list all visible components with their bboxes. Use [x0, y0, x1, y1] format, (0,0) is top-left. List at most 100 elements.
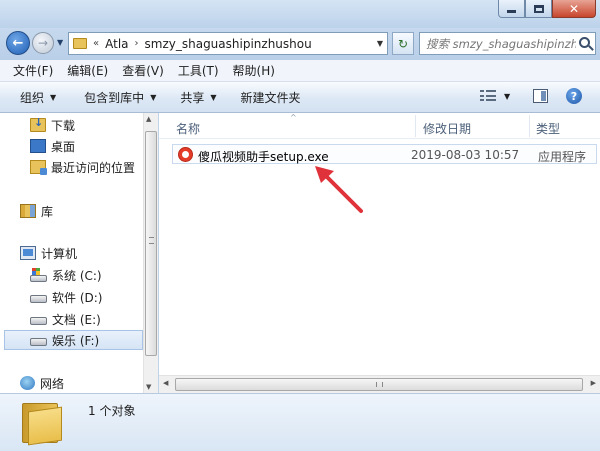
scroll-left-icon[interactable]: ◀	[163, 379, 168, 387]
close-icon: ✕	[568, 1, 580, 16]
file-list: ^ 名称 修改日期 类型 傻瓜视频助手setup.exe 2019-08-03 …	[159, 113, 600, 393]
breadcrumb-overflow[interactable]: «	[93, 38, 99, 49]
nav-item-drive-d[interactable]: 软件 (D:)	[30, 287, 157, 307]
nav-item-recent-places[interactable]: 最近访问的位置	[30, 157, 157, 177]
window-controls: ✕	[498, 0, 596, 18]
chevron-down-icon: ▼	[504, 91, 511, 101]
maximize-icon	[533, 4, 544, 13]
chevron-down-icon: ▼	[150, 92, 157, 102]
horizontal-scrollbar[interactable]: ◀ ▶	[159, 375, 600, 393]
share-label: 共享	[180, 90, 205, 105]
organize-label: 组织	[20, 90, 45, 105]
menu-file[interactable]: 文件(F)	[6, 62, 60, 79]
drive-icon	[30, 295, 47, 303]
maximize-button[interactable]	[525, 0, 552, 18]
breadcrumb-atla[interactable]: Atla	[105, 37, 128, 51]
nav-item-label: 文档 (E:)	[52, 312, 101, 327]
nav-item-label: 计算机	[41, 246, 78, 261]
downloads-folder-icon	[30, 116, 46, 132]
nav-item-label: 娱乐 (F:)	[52, 333, 100, 348]
help-icon[interactable]: ?	[566, 88, 582, 104]
column-header-type[interactable]: 类型	[536, 120, 560, 137]
title-bar: ✕	[0, 0, 600, 28]
arrow-left-icon: ←	[12, 35, 24, 51]
file-type: 应用程序	[538, 150, 587, 164]
folder-icon	[73, 38, 87, 49]
refresh-icon: ↻	[397, 36, 409, 51]
scroll-down-icon[interactable]: ▼	[146, 383, 151, 391]
details-pane: 1 个对象	[0, 393, 600, 451]
change-view-button[interactable]: ▼	[480, 90, 510, 102]
drive-icon	[30, 338, 47, 346]
nav-item-drive-c[interactable]: 系统 (C:)	[30, 265, 157, 285]
view-list-icon	[480, 90, 496, 102]
file-date: 2019-08-03 10:57	[411, 148, 520, 162]
include-library-label: 包含到库中	[84, 90, 145, 105]
recent-pages-dropdown[interactable]: ▼	[57, 38, 63, 47]
new-folder-label: 新建文件夹	[240, 90, 301, 105]
scroll-up-icon[interactable]: ▲	[146, 115, 151, 123]
new-folder-button[interactable]: 新建文件夹	[233, 85, 309, 109]
forward-button[interactable]: →	[32, 32, 54, 54]
libraries-icon	[20, 204, 36, 218]
menu-tools[interactable]: 工具(T)	[171, 62, 226, 79]
navigation-pane: 下载 桌面 最近访问的位置 库 计算机 系统 (C:) 软件 (D:) 文档 (…	[0, 113, 158, 393]
drive-icon	[30, 317, 47, 325]
include-in-library-button[interactable]: 包含到库中 ▼	[76, 85, 164, 109]
computer-icon	[20, 246, 36, 260]
back-button[interactable]: ←	[6, 31, 30, 55]
arrow-right-icon: →	[37, 36, 49, 50]
nav-item-label: 库	[41, 204, 54, 219]
organize-button[interactable]: 组织 ▼	[12, 85, 64, 109]
scroll-thumb[interactable]	[145, 131, 157, 356]
nav-item-label: 网络	[40, 376, 65, 391]
refresh-button[interactable]: ↻	[392, 32, 414, 55]
recent-places-icon	[30, 160, 47, 175]
file-row[interactable]: 傻瓜视频助手setup.exe 2019-08-03 10:57 应用程序	[172, 144, 597, 164]
share-button[interactable]: 共享 ▼	[172, 85, 224, 109]
close-button[interactable]: ✕	[552, 0, 596, 18]
breadcrumb-current-folder[interactable]: smzy_shaguashipinzhushou	[145, 37, 312, 51]
minimize-icon	[507, 10, 516, 13]
search-box[interactable]	[419, 32, 596, 55]
nav-item-computer[interactable]: 计算机	[20, 243, 157, 263]
system-drive-icon	[30, 268, 47, 282]
nav-item-network[interactable]: 网络	[20, 373, 157, 393]
item-count: 1 个对象	[88, 404, 136, 418]
sort-ascending-icon: ^	[290, 113, 297, 122]
minimize-button[interactable]	[498, 0, 525, 18]
nav-item-libraries[interactable]: 库	[20, 201, 157, 221]
menu-edit[interactable]: 编辑(E)	[60, 62, 115, 79]
nav-item-desktop[interactable]: 桌面	[30, 136, 157, 156]
menu-view[interactable]: 查看(V)	[115, 62, 171, 79]
network-icon	[20, 376, 35, 390]
address-row: ← → ▼ « Atla › smzy_shaguashipinzhushou …	[0, 28, 600, 60]
column-headers: ^ 名称 修改日期 类型	[159, 113, 600, 139]
nav-item-label: 系统 (C:)	[52, 268, 102, 283]
menu-help[interactable]: 帮助(H)	[226, 62, 282, 79]
menu-bar: 文件(F) 编辑(E) 查看(V) 工具(T) 帮助(H)	[0, 60, 600, 82]
chevron-down-icon: ▼	[210, 92, 217, 102]
preview-pane-icon[interactable]	[533, 89, 548, 103]
annotation-arrow-icon	[315, 166, 363, 213]
nav-item-label: 软件 (D:)	[52, 290, 103, 305]
address-dropdown-icon[interactable]: ▼	[377, 39, 383, 48]
search-input[interactable]	[426, 36, 576, 51]
nav-item-drive-f[interactable]: 娱乐 (F:)	[4, 330, 143, 350]
column-header-date[interactable]: 修改日期	[423, 120, 471, 137]
search-icon[interactable]	[579, 37, 590, 48]
breadcrumb-separator[interactable]: ›	[135, 38, 139, 49]
scroll-thumb[interactable]	[175, 378, 583, 391]
desktop-icon	[30, 139, 46, 153]
address-bar[interactable]: « Atla › smzy_shaguashipinzhushou ▼	[68, 32, 388, 55]
nav-item-label: 桌面	[51, 139, 76, 154]
folder-icon	[22, 403, 64, 446]
navigation-scrollbar[interactable]: ▲ ▼	[143, 113, 158, 393]
nav-item-label: 下载	[51, 118, 76, 133]
nav-item-drive-e[interactable]: 文档 (E:)	[30, 309, 157, 329]
column-header-name[interactable]: 名称	[176, 120, 200, 137]
scroll-right-icon[interactable]: ▶	[591, 379, 596, 387]
nav-item-downloads[interactable]: 下载	[30, 115, 157, 135]
application-icon	[178, 147, 193, 162]
nav-item-label: 最近访问的位置	[51, 160, 136, 175]
